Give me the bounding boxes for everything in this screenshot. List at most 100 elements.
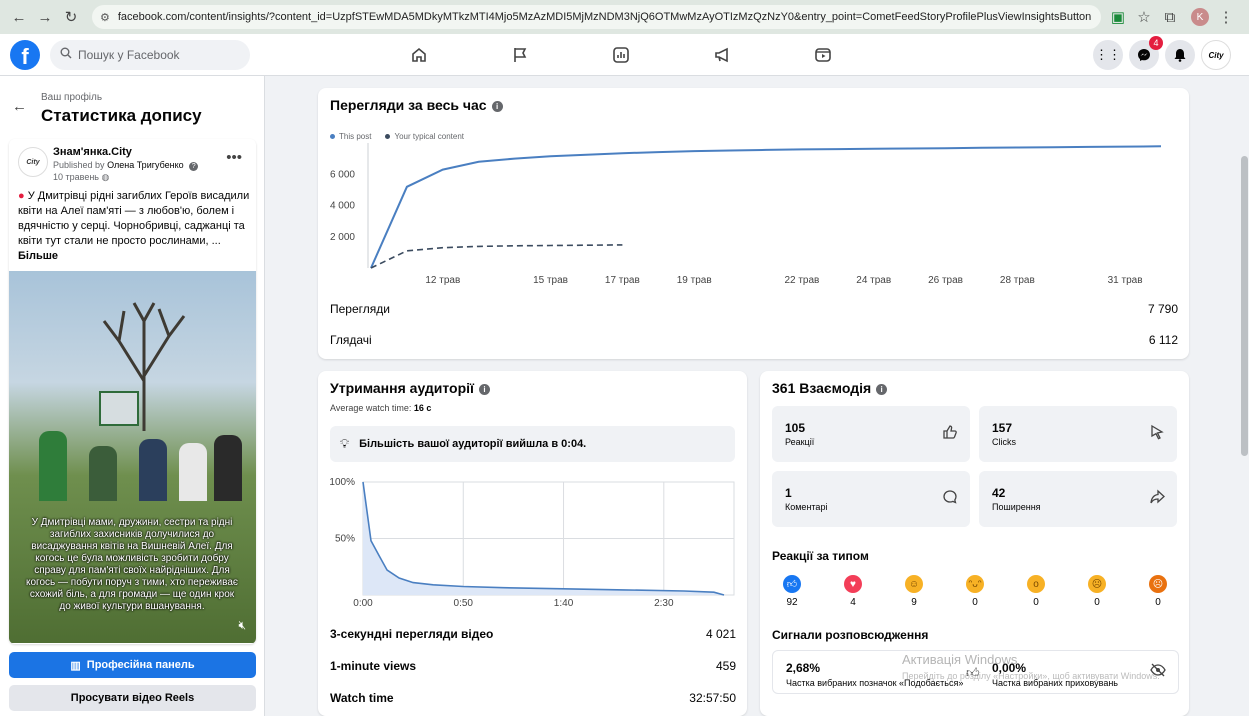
site-settings-icon[interactable]: ⚙: [100, 11, 110, 24]
wow-reaction-icon: o: [1027, 575, 1045, 593]
breadcrumb[interactable]: Ваш профіль: [41, 92, 102, 103]
cursor-icon: [1149, 424, 1165, 444]
see-more-link[interactable]: Більше: [18, 250, 58, 262]
metric-reactions[interactable]: 105 Реакції: [772, 406, 970, 462]
x-tick-label: 24 трав: [856, 275, 891, 286]
retention-row-value: 459: [715, 659, 736, 673]
legend-typical[interactable]: Your typical content: [385, 132, 464, 141]
search-placeholder: Пошук у Facebook: [78, 47, 180, 62]
x-tick-label: 15 трав: [533, 275, 568, 286]
views-title: Перегляди за весь час i: [330, 97, 503, 113]
reaction-like[interactable]: 👍︎ 92: [772, 575, 812, 608]
metric-comments[interactable]: 1 Коментарі: [772, 471, 970, 527]
like-reaction-icon: 👍︎: [783, 575, 801, 593]
menu-icon[interactable]: ⋮: [1215, 6, 1237, 28]
post-page-name[interactable]: Знам'янка.City: [53, 146, 132, 158]
forward-icon[interactable]: →: [34, 6, 56, 28]
x-tick-label: 12 трав: [425, 275, 460, 286]
metric-clicks[interactable]: 157 Clicks: [979, 406, 1177, 462]
viewers-stat-row: Глядачі 6 112: [330, 333, 1178, 347]
reaction-count: 92: [786, 597, 798, 608]
x-tick-label: 19 трав: [677, 275, 712, 286]
browser-profile-avatar[interactable]: K: [1191, 8, 1209, 26]
post-page-avatar[interactable]: City: [18, 147, 48, 177]
header-actions: ⋮⋮ 4 City: [1087, 36, 1231, 70]
address-bar[interactable]: ⚙ facebook.com/content/insights/?content…: [92, 5, 1101, 29]
post-video[interactable]: У Дмитрівці мами, дружини, сестри та рід…: [9, 271, 256, 643]
metric-value: 1: [785, 486, 792, 500]
retention-row: 3-секундні перегляди відео 4 021: [330, 627, 736, 641]
facebook-logo-icon[interactable]: f: [10, 39, 40, 70]
series-line-this-post: [370, 145, 1162, 269]
x-tick-label: 22 трав: [784, 275, 819, 286]
reaction-love[interactable]: ♥ 4: [833, 575, 873, 608]
post-date[interactable]: 10 травень ◍: [53, 172, 109, 183]
metric-label: Коментарі: [785, 502, 828, 512]
info-icon[interactable]: i: [491, 100, 503, 112]
video-icon[interactable]: [804, 40, 842, 70]
reaction-angry[interactable]: ☹ 0: [1138, 575, 1178, 608]
boost-reels-button[interactable]: Просувати відео Reels: [9, 685, 256, 711]
legend-typical-label: Your typical content: [394, 132, 464, 141]
average-watch-time: Average watch time: 16 с: [330, 403, 431, 413]
post-body: У Дмитрівці рідні загиблих Героїв висади…: [18, 190, 250, 247]
info-icon[interactable]: i: [876, 383, 888, 395]
notifications-icon[interactable]: [1165, 40, 1195, 70]
reaction-count: 0: [972, 597, 978, 608]
globe-icon: ◍: [101, 172, 110, 182]
published-prefix: Published by: [53, 160, 105, 170]
home-icon[interactable]: [400, 40, 438, 70]
metric-label: Реакції: [785, 437, 815, 447]
reaction-care[interactable]: ☺ 9: [894, 575, 934, 608]
extensions-icon[interactable]: ⧉: [1159, 6, 1181, 28]
more-options-icon[interactable]: •••: [226, 149, 242, 166]
browser-toolbar: ← → ↻ ⚙ facebook.com/content/insights/?c…: [0, 0, 1249, 34]
windows-activation-watermark: Активація Windows: [902, 652, 1018, 667]
back-arrow-icon[interactable]: ←: [12, 98, 27, 115]
help-icon[interactable]: ?: [189, 162, 199, 171]
video-caption: У Дмитрівці мами, дружини, сестри та рід…: [25, 517, 239, 612]
back-icon[interactable]: ←: [8, 6, 30, 28]
mute-icon[interactable]: 🔇︎: [238, 618, 246, 633]
like-icon: [942, 424, 958, 444]
x-tick-label: 2:30: [654, 598, 674, 609]
megaphone-icon[interactable]: [703, 40, 741, 70]
install-icon[interactable]: ▣: [1107, 6, 1129, 28]
professional-dashboard-label: Професійна панель: [86, 659, 195, 671]
views-stat-row: Перегляди 7 790: [330, 302, 1178, 316]
care-reaction-icon: ☺: [905, 575, 923, 593]
post-published-by: Published by Олена Тригубенко ?: [53, 160, 199, 171]
scrollbar-thumb[interactable]: [1241, 156, 1248, 456]
reload-icon[interactable]: ↻: [60, 6, 82, 28]
post-author[interactable]: Олена Тригубенко: [107, 160, 184, 170]
info-icon[interactable]: i: [478, 383, 490, 395]
retention-row-value: 32:57:50: [689, 691, 736, 705]
url-text[interactable]: facebook.com/content/insights/?content_i…: [118, 11, 1091, 23]
metric-label: Clicks: [992, 437, 1016, 447]
apps-grid-icon[interactable]: ⋮⋮: [1093, 40, 1123, 70]
love-reaction-icon: ♥: [844, 575, 862, 593]
star-icon[interactable]: ☆: [1133, 6, 1155, 28]
messenger-icon[interactable]: 4: [1129, 36, 1163, 70]
insights-icon[interactable]: [602, 40, 640, 70]
facebook-header: f Пошук у Facebook ⋮⋮ 4 City: [0, 34, 1249, 76]
post-preview: City Знам'янка.City Published by Олена Т…: [9, 139, 256, 644]
reaction-sad[interactable]: ☹ 0: [1077, 575, 1117, 608]
retention-row: 1-minute views 459: [330, 659, 736, 673]
reaction-count: 0: [1033, 597, 1039, 608]
flag-icon[interactable]: [501, 40, 539, 70]
reaction-haha[interactable]: ᵔᴗᵔ 0: [955, 575, 995, 608]
retention-row-label: 3-секундні перегляди відео: [330, 627, 494, 641]
metric-value: 157: [992, 421, 1013, 435]
search-input[interactable]: Пошук у Facebook: [50, 39, 250, 70]
metric-shares[interactable]: 42 Поширення: [979, 471, 1177, 527]
retention-row-label: 1-minute views: [330, 659, 417, 673]
share-icon: [1149, 489, 1165, 509]
page-avatar[interactable]: City: [1201, 40, 1231, 70]
x-tick-label: 26 трав: [928, 275, 963, 286]
scrollbar[interactable]: [1240, 76, 1249, 716]
legend-this-post[interactable]: This post: [330, 132, 371, 141]
haha-reaction-icon: ᵔᴗᵔ: [966, 575, 984, 593]
professional-dashboard-button[interactable]: ▥ Професійна панель: [9, 652, 256, 678]
reaction-wow[interactable]: o 0: [1016, 575, 1056, 608]
